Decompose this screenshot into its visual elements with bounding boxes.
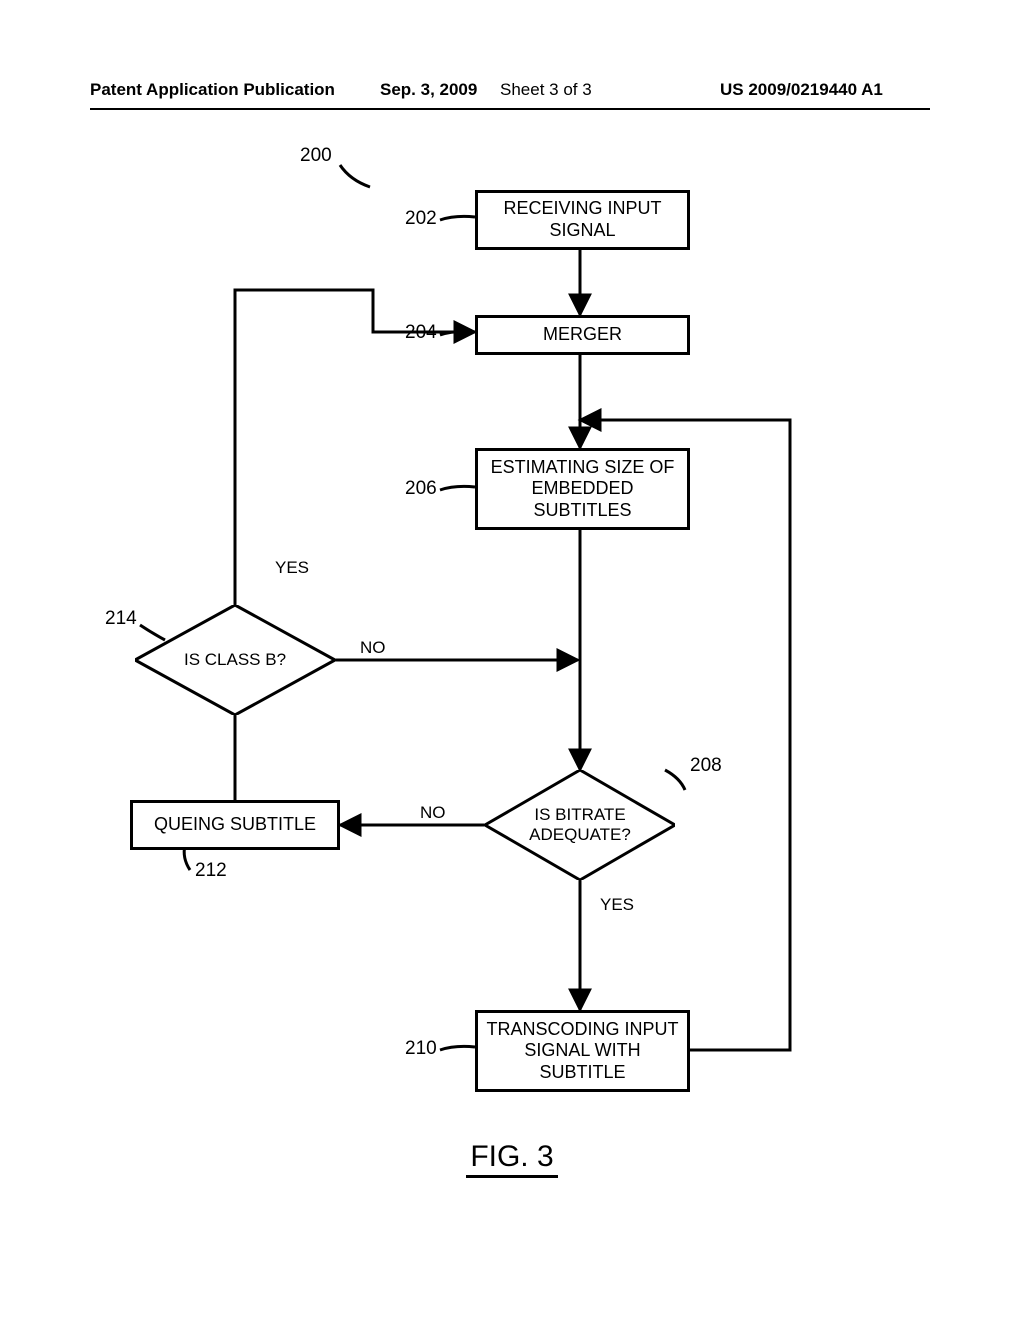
decision-bitrate-text: IS BITRATE ADEQUATE?: [485, 770, 675, 880]
ref-200: 200: [300, 145, 332, 167]
box-receiving-input: RECEIVING INPUT SIGNAL: [475, 190, 690, 250]
box-estimating-size: ESTIMATING SIZE OF EMBEDDED SUBTITLES: [475, 448, 690, 530]
box-merger: MERGER: [475, 315, 690, 355]
flowchart: 200 202 204 206 208 210 212 214 RECEIVIN…: [0, 0, 1024, 1320]
ref-206: 206: [405, 478, 437, 500]
decision-class-b-text: IS CLASS B?: [135, 605, 335, 715]
ref-214: 214: [105, 608, 137, 630]
decision-class-b: IS CLASS B?: [135, 605, 335, 715]
ref-208: 208: [690, 755, 722, 777]
decision-bitrate: IS BITRATE ADEQUATE?: [485, 770, 675, 880]
ref-212: 212: [195, 860, 227, 882]
box-transcoding: TRANSCODING INPUT SIGNAL WITH SUBTITLE: [475, 1010, 690, 1092]
ref-202: 202: [405, 208, 437, 230]
label-no-208: NO: [420, 803, 446, 823]
ref-204: 204: [405, 322, 437, 344]
label-no-214: NO: [360, 638, 386, 658]
figure-caption: FIG. 3: [0, 1140, 1024, 1174]
ref-210: 210: [405, 1038, 437, 1060]
label-yes-214: YES: [275, 558, 309, 578]
label-yes-208: YES: [600, 895, 634, 915]
box-queing-subtitle: QUEING SUBTITLE: [130, 800, 340, 850]
